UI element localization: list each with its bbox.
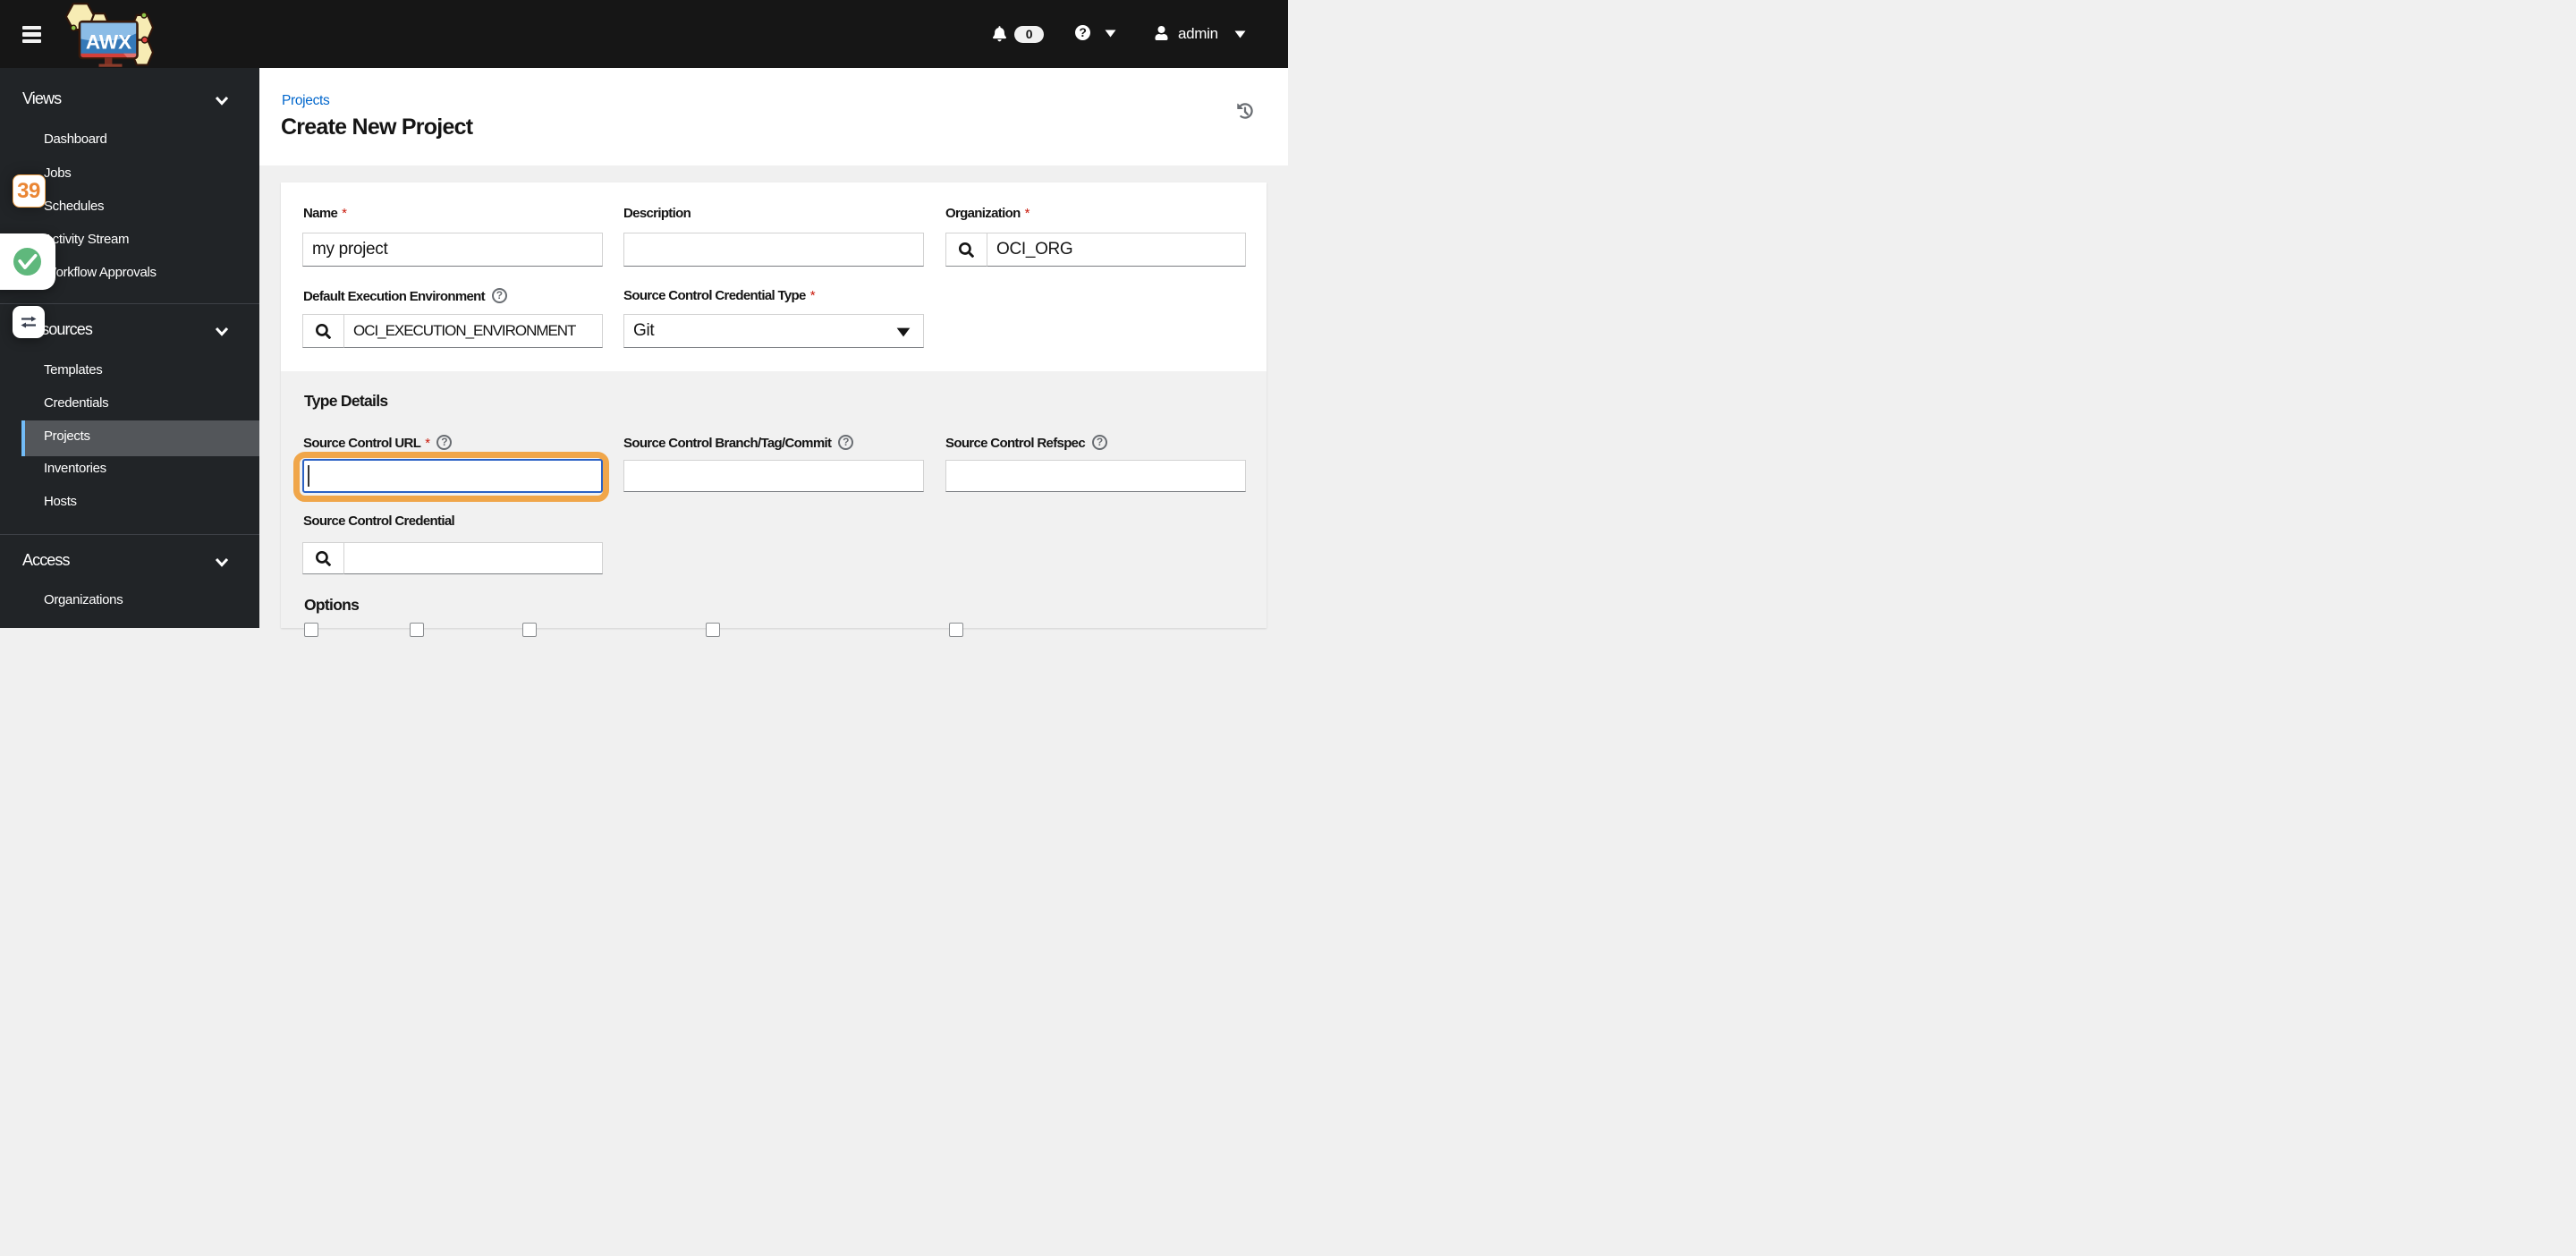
- svg-text:AWX: AWX: [86, 31, 131, 54]
